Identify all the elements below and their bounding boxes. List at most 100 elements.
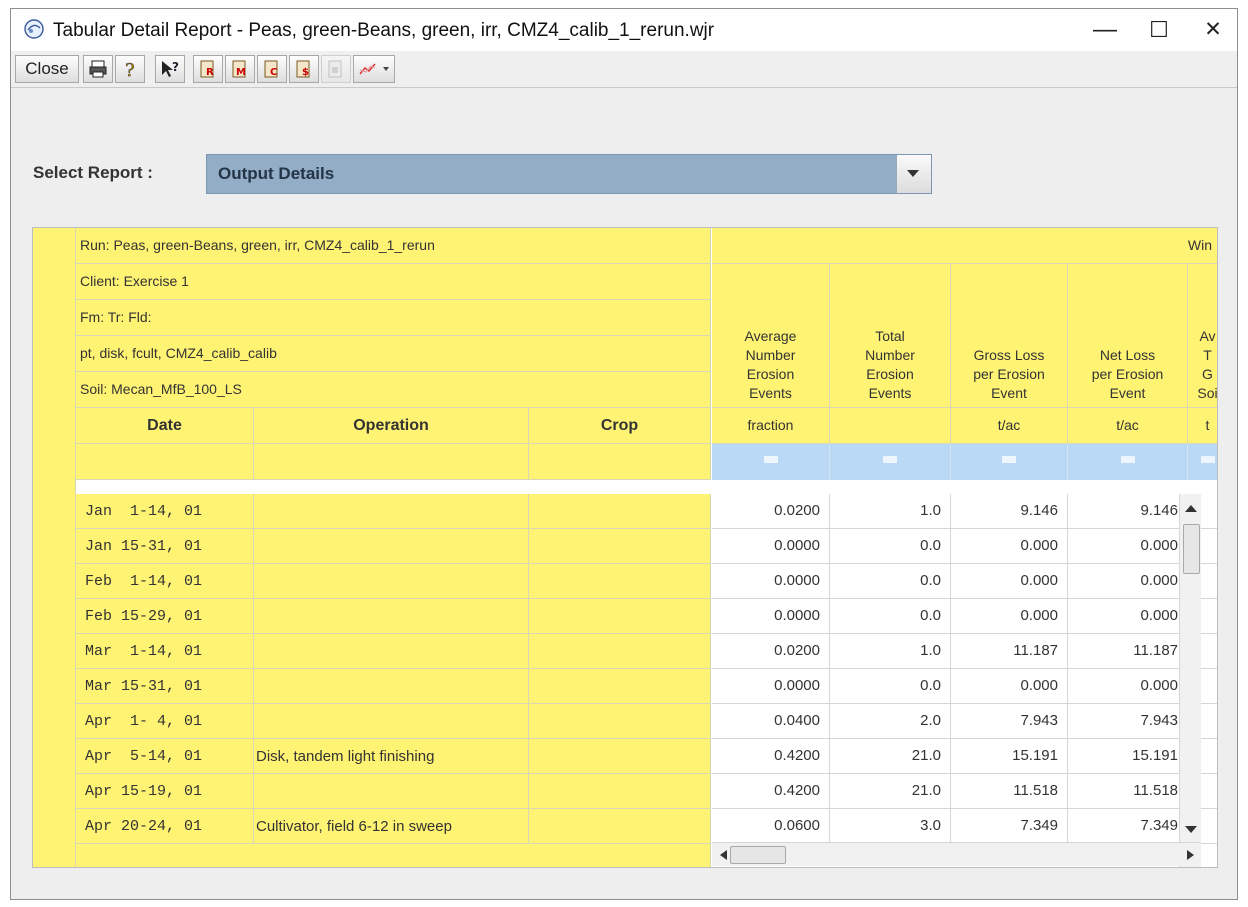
svg-text:?: ? xyxy=(125,60,135,79)
row-header-gutter xyxy=(33,228,76,867)
row-date: Jan 1-14, 01 xyxy=(76,494,254,529)
report-select[interactable]: Output Details xyxy=(206,154,932,194)
table-cell[interactable]: 0.000 xyxy=(1068,599,1188,634)
scroll-down-icon[interactable] xyxy=(1185,826,1197,834)
filter-cell xyxy=(254,444,529,480)
report-r-icon[interactable]: R xyxy=(193,55,223,83)
filter-button[interactable] xyxy=(712,444,830,480)
table-cell[interactable]: 0.4200 xyxy=(712,774,830,809)
chart-icon[interactable] xyxy=(353,55,395,83)
print-icon[interactable] xyxy=(83,55,113,83)
report-m-icon[interactable]: M xyxy=(225,55,255,83)
data-column-header[interactable]: Av T G Soi xyxy=(1188,264,1217,408)
table-cell[interactable]: 15.191 xyxy=(951,739,1068,774)
table-cell[interactable]: 7.349 xyxy=(1068,809,1188,844)
row-crop xyxy=(529,564,711,599)
vertical-scrollbar[interactable] xyxy=(1179,494,1201,867)
table-cell[interactable]: 0.000 xyxy=(951,669,1068,704)
table-cell[interactable]: 7.943 xyxy=(951,704,1068,739)
report-dollar-icon[interactable]: $ xyxy=(289,55,319,83)
table-cell[interactable]: 0.0 xyxy=(830,529,951,564)
horizontal-scrollbar[interactable] xyxy=(712,842,1201,866)
table-cell[interactable]: 0.4200 xyxy=(712,739,830,774)
row-date: Apr 20-24, 01 xyxy=(76,809,254,844)
row-crop xyxy=(529,774,711,809)
data-column-header[interactable]: Net Loss per Erosion Event xyxy=(1068,264,1188,408)
table-cell[interactable]: 3.0 xyxy=(830,809,951,844)
table-cell[interactable]: 11.187 xyxy=(1068,634,1188,669)
horizontal-scroll-thumb[interactable] xyxy=(730,846,786,864)
svg-text:M: M xyxy=(236,67,246,78)
maximize-button[interactable]: ☐ xyxy=(1139,15,1179,45)
row-operation xyxy=(254,634,529,669)
scroll-left-icon[interactable] xyxy=(719,850,727,860)
filter-button[interactable] xyxy=(1068,444,1188,480)
table-cell[interactable]: 2.0 xyxy=(830,704,951,739)
row-date: Mar 15-31, 01 xyxy=(76,669,254,704)
data-column-header[interactable]: Average Number Erosion Events xyxy=(712,264,830,408)
row-operation xyxy=(254,669,529,704)
table-cell[interactable]: 0.000 xyxy=(951,529,1068,564)
row-crop xyxy=(529,494,711,529)
column-header-operation[interactable]: Operation xyxy=(254,408,529,444)
run-info-line: pt, disk, fcult, CMZ4_calib_calib xyxy=(76,336,711,372)
table-cell[interactable]: 0.000 xyxy=(951,564,1068,599)
column-header-line: Erosion xyxy=(746,366,795,382)
help-icon[interactable]: ? xyxy=(115,55,145,83)
scroll-right-icon[interactable] xyxy=(1187,850,1195,860)
data-column-header[interactable]: Total Number Erosion Events xyxy=(830,264,951,408)
table-cell[interactable]: 0.0000 xyxy=(712,564,830,599)
table-cell[interactable]: 0.000 xyxy=(1068,564,1188,599)
table-cell[interactable]: 0.0400 xyxy=(712,704,830,739)
column-header-line: Average xyxy=(744,328,797,344)
column-unit xyxy=(830,408,951,444)
table-cell[interactable]: 9.146 xyxy=(951,494,1068,529)
table-cell[interactable]: 0.0000 xyxy=(712,599,830,634)
filter-cell xyxy=(529,444,711,480)
column-header-crop[interactable]: Crop xyxy=(529,408,711,444)
report-c-icon[interactable]: C xyxy=(257,55,287,83)
table-cell[interactable]: 0.0200 xyxy=(712,634,830,669)
close-button[interactable]: Close xyxy=(15,55,79,83)
table-cell[interactable]: 21.0 xyxy=(830,739,951,774)
vertical-scroll-thumb[interactable] xyxy=(1183,524,1200,574)
table-cell[interactable]: 0.000 xyxy=(951,599,1068,634)
table-cell[interactable]: 0.0 xyxy=(830,564,951,599)
table-cell[interactable]: 11.518 xyxy=(1068,774,1188,809)
filter-button[interactable] xyxy=(830,444,951,480)
table-cell[interactable]: 1.0 xyxy=(830,634,951,669)
filter-icon xyxy=(883,456,897,463)
table-cell[interactable]: 0.0200 xyxy=(712,494,830,529)
table-cell[interactable]: 0.0 xyxy=(830,669,951,704)
column-header-line: per Erosion xyxy=(973,366,1045,382)
report-table: Run: Peas, green-Beans, green, irr, CMZ4… xyxy=(32,227,1218,868)
table-cell[interactable]: 7.349 xyxy=(951,809,1068,844)
table-cell[interactable]: 1.0 xyxy=(830,494,951,529)
column-header-date[interactable]: Date xyxy=(76,408,254,444)
table-cell[interactable]: 15.191 xyxy=(1068,739,1188,774)
data-column-header[interactable]: Gross Loss per Erosion Event xyxy=(951,264,1068,408)
table-cell[interactable]: 9.146 xyxy=(1068,494,1188,529)
table-cell[interactable]: 0.000 xyxy=(1068,669,1188,704)
table-cell[interactable]: 0.0000 xyxy=(712,669,830,704)
row-date: Apr 5-14, 01 xyxy=(76,739,254,774)
filter-button[interactable] xyxy=(1188,444,1217,480)
table-cell[interactable]: 0.0000 xyxy=(712,529,830,564)
close-window-button[interactable]: ✕ xyxy=(1193,15,1233,45)
context-help-icon[interactable]: ? xyxy=(155,55,185,83)
filter-icon xyxy=(1200,456,1215,463)
filter-icon xyxy=(1002,456,1016,463)
scroll-up-icon[interactable] xyxy=(1185,504,1197,512)
table-cell[interactable]: 11.187 xyxy=(951,634,1068,669)
dropdown-arrow-icon[interactable] xyxy=(896,155,931,193)
filter-button[interactable] xyxy=(951,444,1068,480)
column-header-line: Erosion xyxy=(866,366,914,382)
table-cell[interactable]: 0.0 xyxy=(830,599,951,634)
table-cell[interactable]: 11.518 xyxy=(951,774,1068,809)
table-cell[interactable]: 21.0 xyxy=(830,774,951,809)
column-unit: t/ac xyxy=(1068,408,1188,444)
table-cell[interactable]: 0.000 xyxy=(1068,529,1188,564)
minimize-button[interactable]: — xyxy=(1085,15,1125,45)
table-cell[interactable]: 0.0600 xyxy=(712,809,830,844)
table-cell[interactable]: 7.943 xyxy=(1068,704,1188,739)
